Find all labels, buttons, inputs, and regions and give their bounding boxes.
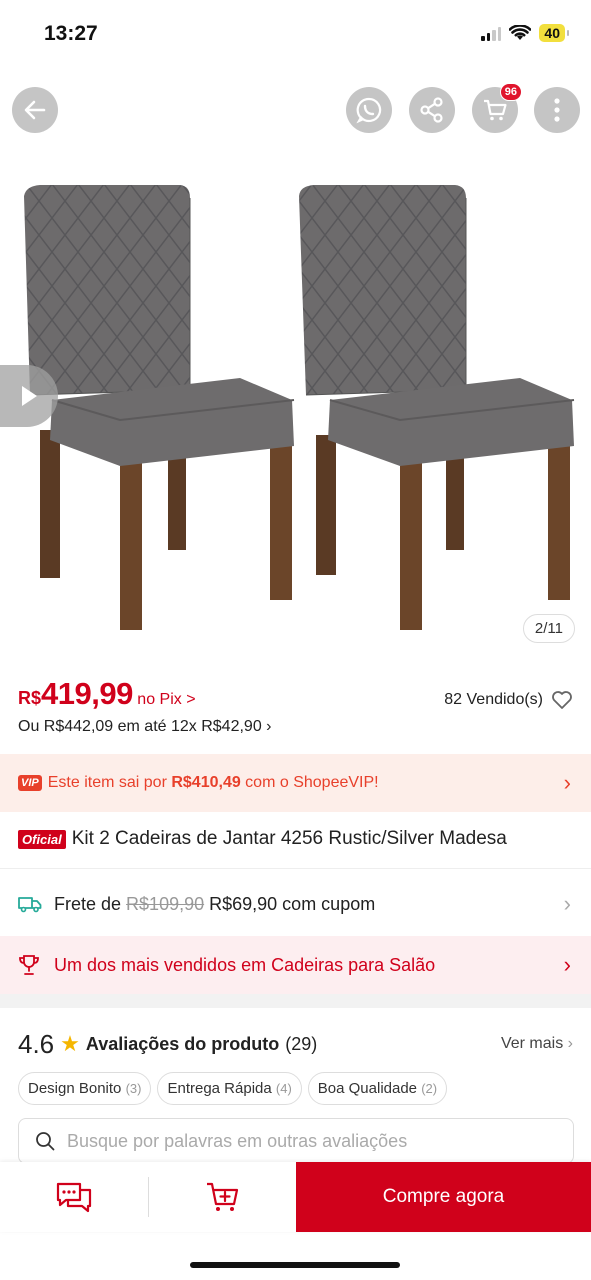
add-cart-icon (207, 1182, 239, 1211)
shipping-text: Frete de R$109,90 R$69,90 com cupom (54, 893, 376, 914)
back-button[interactable] (12, 87, 58, 133)
divider (0, 868, 591, 869)
play-icon (22, 386, 37, 406)
pix-label[interactable]: no Pix > (137, 691, 195, 708)
product-title: Kit 2 Cadeiras de Jantar 4256 Rustic/Sil… (71, 828, 507, 849)
vip-text: Este item sai por R$410,49 com o ShopeeV… (47, 774, 379, 791)
chevron-right-icon: › (563, 770, 571, 795)
signal-icon (481, 25, 502, 41)
chat-icon (56, 1182, 92, 1213)
review-search-input[interactable] (67, 1130, 527, 1152)
heart-icon[interactable] (551, 690, 573, 710)
home-indicator[interactable] (190, 1262, 400, 1268)
product-title-row: Oficial Kit 2 Cadeiras de Jantar 4256 Ru… (18, 828, 573, 850)
image-counter: 2/11 (522, 614, 575, 643)
reviews-count: (29) (285, 1033, 318, 1054)
more-options-button[interactable] (534, 87, 580, 133)
cart-count-badge: 96 (499, 83, 522, 101)
rating-value: 4.6 (18, 1028, 55, 1059)
whatsapp-icon (356, 97, 382, 124)
share-icon (420, 97, 443, 123)
review-tag[interactable]: Boa Qualidade (2) (307, 1072, 448, 1105)
product-image[interactable] (0, 150, 591, 650)
review-tags: Design Bonito (3) Entrega Rápida (4) Boa… (18, 1072, 448, 1105)
add-to-cart-button[interactable] (149, 1162, 297, 1232)
status-icons: 40 (481, 24, 569, 42)
buy-now-button[interactable]: Compre agora (296, 1162, 591, 1232)
installments-text[interactable]: Ou R$442,09 em até 12x R$42,90 › (18, 718, 272, 736)
vip-badge: VIP (18, 775, 42, 791)
sold-info: 82 Vendido(s) (444, 690, 573, 710)
best-seller-banner[interactable]: Um dos mais vendidos em Cadeiras para Sa… (0, 936, 591, 994)
truck-icon (18, 897, 42, 913)
reviews-title: Avaliações do produto (85, 1033, 280, 1054)
chevron-right-icon: › (563, 952, 571, 977)
trophy-icon (19, 955, 39, 975)
chair-right (299, 185, 575, 630)
share-button[interactable] (409, 87, 455, 133)
best-seller-text: Um dos mais vendidos em Cadeiras para Sa… (54, 954, 436, 975)
star-icon: ★ (60, 1031, 80, 1056)
search-icon (36, 1132, 55, 1151)
review-tag[interactable]: Design Bonito (3) (18, 1072, 152, 1105)
price-value: 419,99 (41, 676, 133, 711)
sold-count: 82 Vendido(s) (444, 691, 543, 708)
cart-button[interactable]: 96 (472, 83, 522, 133)
more-vertical-icon (554, 98, 560, 122)
bottom-action-bar: Compre agora (0, 1162, 591, 1232)
price-currency: R$ (18, 688, 42, 708)
shipping-row[interactable]: Frete de R$109,90 R$69,90 com cupom › (0, 876, 591, 932)
chat-button[interactable] (0, 1162, 148, 1232)
vip-banner[interactable]: VIP Este item sai por R$410,49 com o Sho… (0, 754, 591, 812)
review-tag[interactable]: Entrega Rápida (4) (157, 1072, 302, 1105)
chevron-right-icon: › (567, 1035, 573, 1052)
arrow-left-icon (24, 100, 46, 120)
status-time: 13:27 (44, 22, 98, 45)
see-more-link[interactable]: Ver mais › (501, 1035, 573, 1053)
status-bar: 13:27 40 (0, 0, 591, 70)
chairs-photo (24, 185, 575, 630)
price-row: R$419,99 no Pix > 82 Vendido(s) (18, 676, 573, 716)
reviews-header: 4.6 ★ Avaliações do produto (29) Ver mai… (18, 1026, 573, 1062)
whatsapp-share-button[interactable] (346, 87, 392, 133)
battery-icon: 40 (539, 24, 569, 42)
section-separator (0, 994, 591, 1008)
chevron-right-icon: › (563, 891, 571, 916)
chair-left (24, 185, 295, 630)
review-search-box[interactable] (18, 1118, 574, 1164)
wifi-icon (509, 25, 532, 40)
oficial-badge: Oficial (18, 829, 66, 849)
